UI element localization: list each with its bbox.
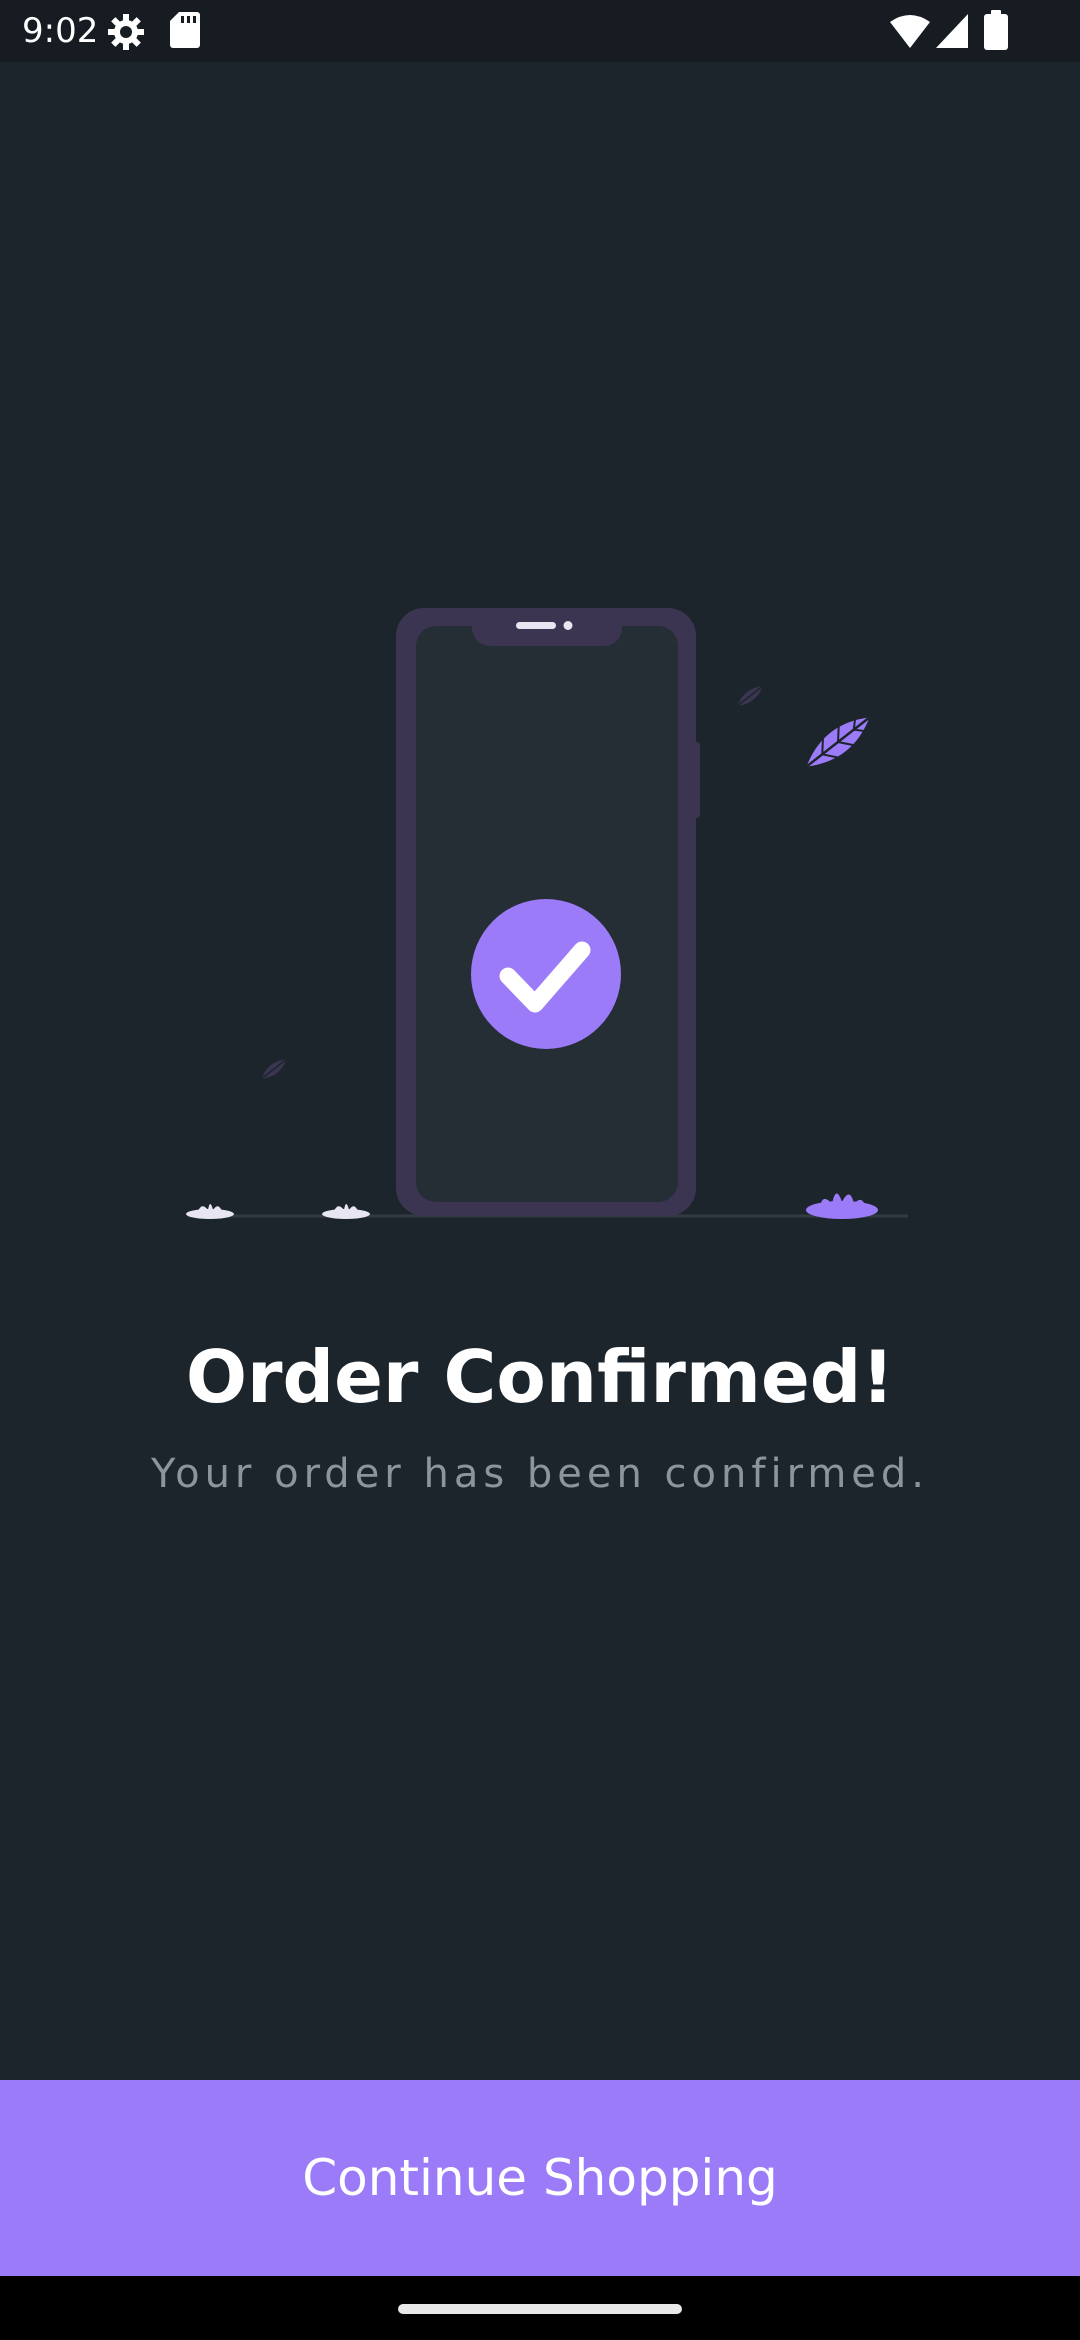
leaf-icon — [736, 685, 764, 707]
continue-shopping-button[interactable]: Continue Shopping — [0, 2080, 1080, 2276]
settings-icon — [108, 14, 144, 50]
check-circle-icon — [471, 899, 621, 1049]
signal-icon — [936, 14, 968, 48]
status-bar: 9:02 — [0, 0, 1080, 62]
leaf-icon — [260, 1058, 288, 1080]
order-confirmed-illustration — [186, 608, 908, 1219]
wifi-icon — [890, 15, 930, 48]
status-time: 9:02 — [22, 11, 99, 51]
leaf-icon — [805, 715, 871, 768]
battery-icon — [984, 10, 1008, 50]
confirmation-screen: Order Confirmed! Your order has been con… — [0, 62, 1080, 2080]
grass-tuft-icon — [186, 1204, 234, 1219]
home-indicator[interactable] — [398, 2304, 682, 2314]
bush-icon — [806, 1193, 878, 1219]
navigation-bar — [0, 2276, 1080, 2340]
grass-tuft-icon — [322, 1204, 370, 1219]
confirmation-title: Order Confirmed! — [185, 1335, 895, 1419]
confirmation-subtitle: Your order has been confirmed. — [150, 1451, 929, 1497]
sd-card-icon — [170, 12, 200, 48]
